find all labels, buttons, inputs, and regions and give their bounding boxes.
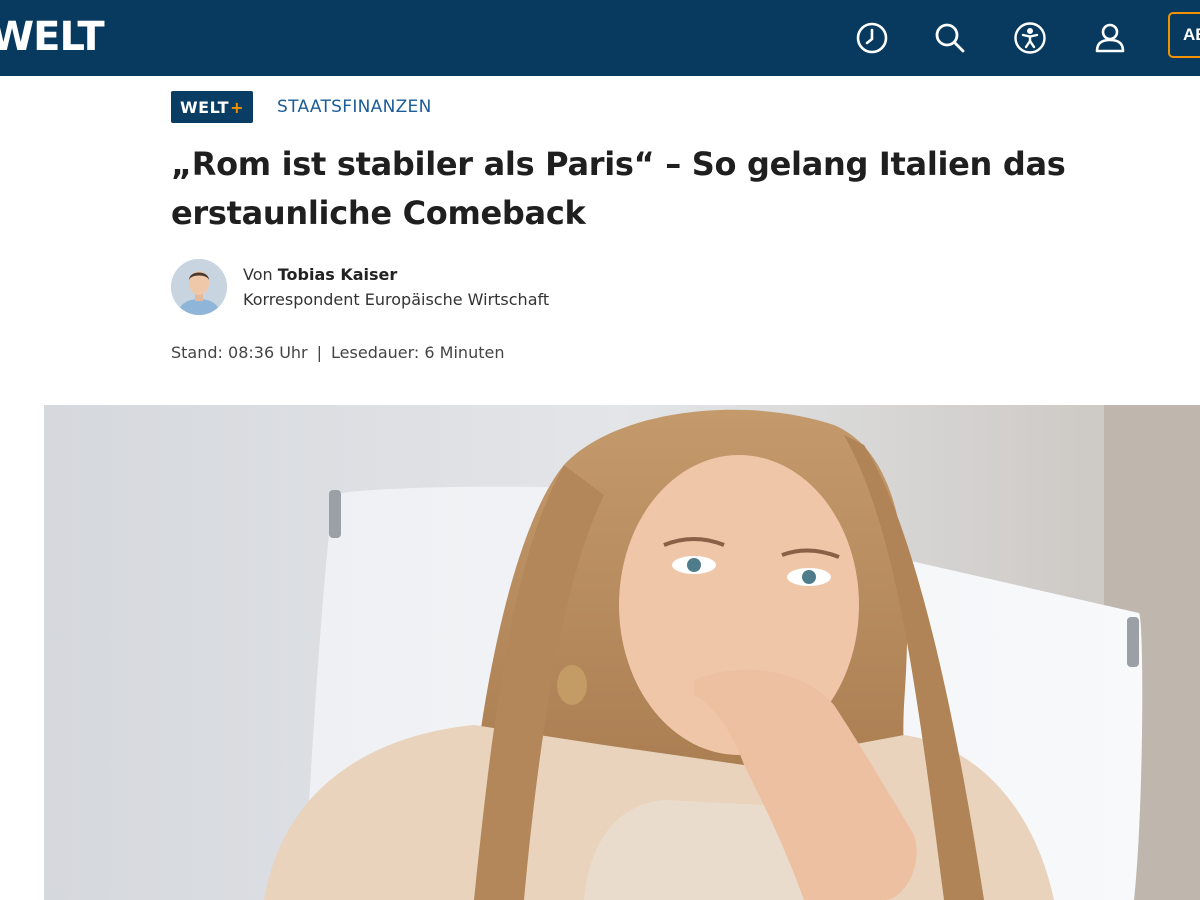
user-icon[interactable] xyxy=(1090,18,1130,58)
accessibility-icon[interactable] xyxy=(1010,18,1050,58)
author-info: Von Tobias Kaiser Korrespondent Europäis… xyxy=(243,262,549,312)
badge-text: WELT xyxy=(180,97,230,117)
welt-logo[interactable]: WELT xyxy=(0,15,105,59)
author-byline: Von Tobias Kaiser Korrespondent Europäis… xyxy=(171,259,549,315)
meta-separator: | xyxy=(316,343,323,362)
welt-plus-badge: WELT + xyxy=(171,91,253,123)
article-hero-image xyxy=(44,405,1200,900)
article-kicker[interactable]: STAATSFINANZEN xyxy=(277,97,432,117)
author-name[interactable]: Tobias Kaiser xyxy=(278,265,398,284)
search-icon[interactable] xyxy=(930,18,970,58)
article-headline: „Rom ist stabiler als Paris“ – So gelang… xyxy=(171,145,1066,232)
author-prefix: Von xyxy=(243,265,273,284)
reading-time: Lesedauer: 6 Minuten xyxy=(331,343,505,362)
author-line: Von Tobias Kaiser xyxy=(243,262,549,287)
subscription-button[interactable]: AB xyxy=(1168,12,1200,58)
publish-time: Stand: 08:36 Uhr xyxy=(171,343,308,362)
article-kicker-row: WELT + STAATSFINANZEN xyxy=(171,91,432,123)
clock-icon[interactable] xyxy=(852,18,892,58)
article-meta: Stand: 08:36 Uhr | Lesedauer: 6 Minuten xyxy=(171,343,504,362)
badge-plus: + xyxy=(230,97,244,117)
top-navigation-bar: WELT AB xyxy=(0,0,1200,76)
author-role: Korrespondent Europäische Wirtschaft xyxy=(243,290,550,309)
author-avatar[interactable] xyxy=(171,259,227,315)
